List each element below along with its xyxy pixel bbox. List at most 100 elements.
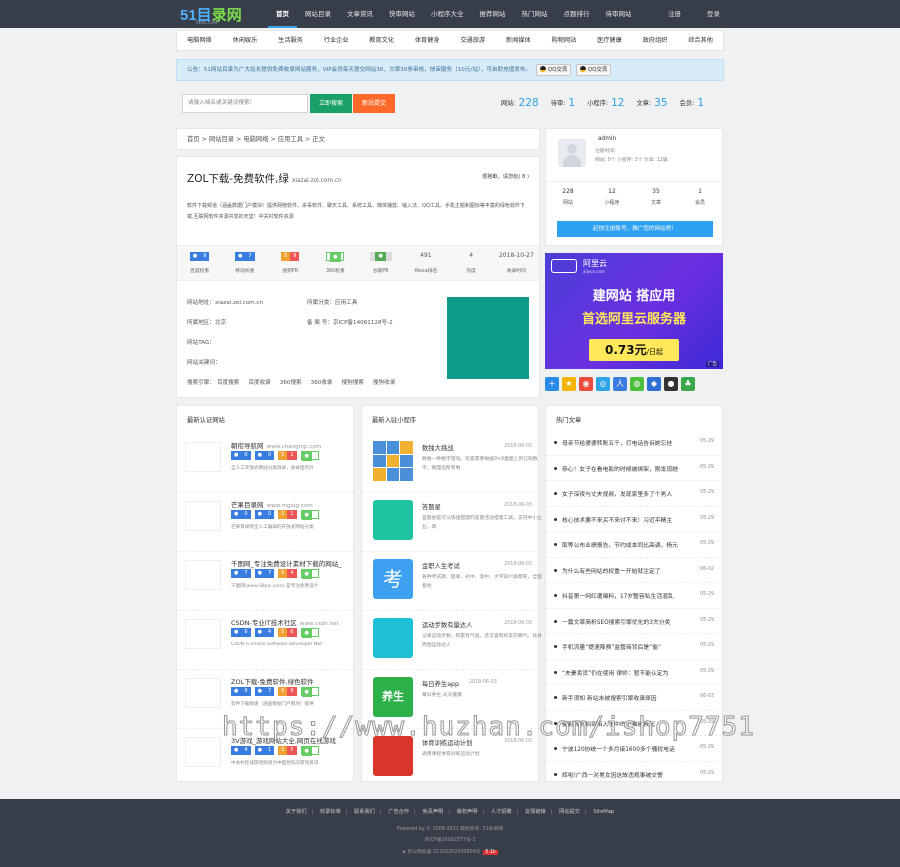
category-item[interactable]: 政府组织: [643, 31, 668, 50]
list-item[interactable]: 千图网_专注免费设计素材下载的网站_ ● 7 ● 7 S 4 ● 千图网(www.58pic…: [177, 552, 353, 611]
category-item[interactable]: 休闲娱乐: [233, 31, 258, 50]
category-item[interactable]: 医疗健康: [597, 31, 622, 50]
renren-share-icon[interactable]: 人: [613, 377, 627, 391]
qq-contact-button[interactable]: QQ交流: [535, 64, 572, 76]
wechat-share-icon[interactable]: ◍: [630, 377, 644, 391]
footer-link[interactable]: 收录标准: [320, 809, 341, 815]
sport-app-icon[interactable]: [373, 736, 413, 776]
clover-share-icon[interactable]: ♣: [681, 377, 695, 391]
engine-link[interactable]: 百度搜索: [217, 373, 239, 393]
stat-label: 会员:: [679, 100, 695, 107]
list-item[interactable]: 母亲节给婆婆转账五千，打电话告诉她忘挂 05-29: [546, 430, 722, 456]
site-thumb[interactable]: [185, 560, 221, 590]
engine-link[interactable]: 百度收录: [248, 373, 270, 393]
category-item[interactable]: 新闻媒体: [506, 31, 531, 50]
register-link[interactable]: 注册: [668, 0, 681, 28]
list-item[interactable]: 恭心！女子在看电影的时候被绑架，刚发现她 05-29: [546, 456, 722, 481]
category-item[interactable]: 交通旅游: [460, 31, 485, 50]
metric-baidu-weight: ● 9 百度权重: [189, 252, 210, 274]
answer-star-app-icon[interactable]: [373, 500, 413, 540]
site-category[interactable]: 应用工具: [335, 300, 357, 306]
engine-link[interactable]: 360收录: [311, 373, 333, 393]
footer-link[interactable]: 联系我们: [354, 809, 375, 815]
footer-link[interactable]: 人才招聘: [491, 809, 512, 815]
avatar[interactable]: [558, 139, 586, 167]
qzone-share-icon[interactable]: ★: [562, 377, 576, 391]
aliyun-ad-banner[interactable]: 阿里云 aliyun.com 建网站 搭应用 首选阿里云服务器 0.73元/日起 …: [545, 253, 723, 369]
category-item[interactable]: 电脑网络: [187, 31, 212, 50]
list-item[interactable]: 取等公布业绩报告，节约成本同比高调，杨元 05-29: [546, 532, 722, 558]
list-item[interactable]: 为什么有些网站的权重一开始就注定了 06-02: [546, 558, 722, 583]
list-item[interactable]: 核心技术要不来买不来讨不来！习近平精主 05-29: [546, 507, 722, 532]
exam-app-icon[interactable]: 考: [373, 559, 413, 599]
list-item[interactable]: 考 金职人生考试 2018-06-03 各种考试题、题库、初中、高中、大学四六级…: [362, 552, 542, 611]
category-item[interactable]: 生活服务: [278, 31, 303, 50]
nav-item-articles[interactable]: 文章资讯: [339, 0, 381, 28]
nav-item-directory[interactable]: 网站目录: [297, 0, 339, 28]
footer-link[interactable]: 关于我们: [286, 809, 307, 815]
tencent-weibo-share-icon[interactable]: ◎: [596, 377, 610, 391]
site-thumbnail[interactable]: [447, 297, 529, 379]
breadcrumb[interactable]: 首页 > 网站目录 > 电脑网络 > 应用工具 > 正文: [176, 128, 540, 150]
engine-link[interactable]: 360搜索: [280, 373, 302, 393]
list-item[interactable]: 辉啦!广西一对男女因这故违规事被交警 05-29: [546, 762, 722, 788]
list-item[interactable]: 一篇文章简析SEO搜索引擎优化的3大分类 05-29: [546, 609, 722, 634]
list-item[interactable]: 运动步数有量达人 2018-06-03 记录运动步数、积累有气值。还可喜和好友的…: [362, 611, 542, 670]
footer-link[interactable]: 网站提交: [559, 809, 580, 815]
stat-value: 35: [654, 97, 668, 109]
metric-indexed-date: 2018-10-27 收录时间: [498, 252, 534, 274]
health-app-icon[interactable]: 养生: [373, 677, 413, 717]
category-item[interactable]: 综合其他: [688, 31, 713, 50]
list-item[interactable]: 女子深夜与丈夫视频，发现家里多了个男人 05-29: [546, 481, 722, 507]
metric-popularity: 4 热度: [466, 252, 476, 274]
police-record[interactable]: ◈ 京公网安备 32320302000809号 5.1k: [0, 848, 900, 855]
site-thumb[interactable]: [185, 442, 221, 472]
nav-item-ranking[interactable]: 点题排行: [556, 0, 598, 28]
nav-item-pending[interactable]: 待审网站: [598, 0, 640, 28]
category-item[interactable]: 教育文化: [369, 31, 394, 50]
list-item[interactable]: 新手须知 新站未被搜索引擎收录原因 06-03: [546, 685, 722, 711]
search-button[interactable]: 立即搜索: [310, 94, 352, 113]
register-promo-button[interactable]: 赶快注册账号，推广您的网站吧！: [557, 221, 713, 237]
submit-site-button[interactable]: 新站提交: [353, 94, 395, 113]
list-item[interactable]: CSDN-专业IT技术社区 www.csdn.net ● 6 ● 4 S 6 ● CSDN (…: [177, 611, 353, 670]
footer-link[interactable]: 免责声明: [422, 809, 443, 815]
nav-item-mini-programs[interactable]: 小程序大全: [423, 0, 472, 28]
category-item[interactable]: 行业企业: [324, 31, 349, 50]
footer-link[interactable]: SiteMap: [593, 809, 614, 815]
footer-link[interactable]: 广告合作: [388, 809, 409, 815]
list-item[interactable]: 答题星 2018-06-03 答题星是可以快速搭建的答题活动搭建工具，支持中小企…: [362, 493, 542, 552]
qq-share-icon[interactable]: ●: [664, 377, 678, 391]
site-thumb[interactable]: [185, 678, 221, 708]
nav-item-home[interactable]: 首页: [268, 0, 297, 28]
engine-link[interactable]: 搜狗搜索: [342, 373, 364, 393]
site-address[interactable]: xiazai.zol.com.cn: [215, 300, 263, 306]
list-item[interactable]: 朝衔导航网 www.chaogmp.com ● 0 ● 0 S 1 ● 全人工开放式网站分类目…: [177, 434, 353, 493]
site-thumb[interactable]: [185, 737, 221, 767]
site-thumb[interactable]: [185, 501, 221, 531]
qq-contact-button[interactable]: QQ交流: [575, 64, 612, 76]
weibo-share-icon[interactable]: ◉: [579, 377, 593, 391]
site-thumb[interactable]: [185, 619, 221, 649]
engine-link[interactable]: 搜狗收录: [373, 373, 395, 393]
nav-item-recommended[interactable]: 推荐网站: [472, 0, 514, 28]
site-rating[interactable]: 很抱歉，请您给( 8 ): [482, 173, 529, 180]
category-item[interactable]: 购物网站: [552, 31, 577, 50]
search-input[interactable]: 请输入域名或关键词搜索！: [182, 94, 308, 113]
running-app-icon[interactable]: [373, 618, 413, 658]
list-item[interactable]: 手机流量“提速降费”监管商背后是“偷” 05-29: [546, 634, 722, 660]
list-item[interactable]: 抖音第一网红遭曝料，17岁整容私生活混乱 05-29: [546, 583, 722, 609]
sudoku-app-icon[interactable]: [373, 441, 413, 481]
footer-link[interactable]: 版权声明: [457, 809, 478, 815]
list-item[interactable]: 数独大挑战 2018-06-03 数独一种数字游戏。玩家需要根据9×9盘面上的已…: [362, 434, 538, 493]
icp-record[interactable]: 京ICP备10002577号-3: [0, 836, 900, 843]
nav-item-fast-review[interactable]: 快审网站: [381, 0, 423, 28]
baidu-share-icon[interactable]: ◆: [647, 377, 661, 391]
category-item[interactable]: 体育健身: [415, 31, 440, 50]
plus-share-icon[interactable]: +: [545, 377, 559, 391]
nav-item-hot[interactable]: 热门网站: [514, 0, 556, 28]
list-item[interactable]: 芒果目录网 www.mgojg.com ● 0 ● 0 S 1 ● 芒果目录网全人工编辑的开放…: [177, 493, 353, 552]
login-link[interactable]: 登录: [707, 0, 720, 28]
footer-link[interactable]: 友情链接: [525, 809, 546, 815]
list-item[interactable]: “夫妻卖货”仍在使用 律师：暂不能认定为 05-29: [546, 660, 722, 685]
